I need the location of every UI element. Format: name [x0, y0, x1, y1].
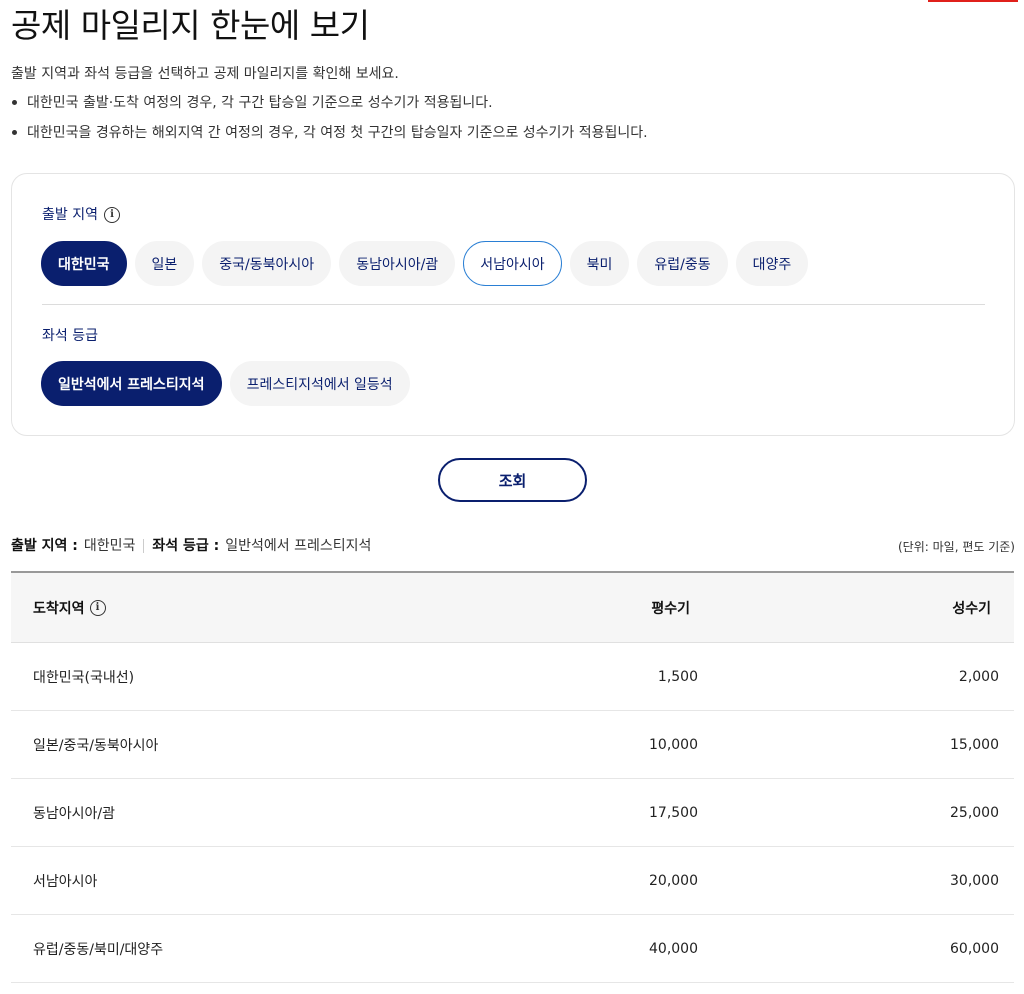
table-row: 유럽/중동/북미/대양주 40,000 60,000: [11, 915, 1014, 983]
cell-peak: 2,000: [958, 668, 999, 685]
table-header-row: 도착지역 i 평수기 성수기: [11, 573, 1014, 643]
info-icon[interactable]: i: [103, 207, 120, 223]
cell-off-peak: 1,500: [657, 668, 698, 685]
table-row: 일본/중국/동북아시아 10,000 15,000: [11, 711, 1014, 779]
region-chip-southwest-asia[interactable]: 서남아시아: [463, 241, 562, 286]
class-group-label: 좌석 등급: [42, 326, 98, 346]
cell-off-peak: 20,000: [649, 872, 698, 889]
region-chip-china-northeast-asia[interactable]: 중국/동북아시아: [202, 241, 332, 286]
cell-peak: 15,000: [950, 736, 999, 753]
summary-class-key: 좌석 등급 :: [152, 538, 220, 554]
selection-summary: 출발 지역 : 대한민국 좌석 등급 : 일반석에서 프레스티지석: [11, 536, 371, 556]
summary-class-value: 일반석에서 프레스티지석: [225, 538, 372, 554]
filter-panel: 출발 지역 i 대한민국 일본 중국/동북아시아 동남아시아/괌 서남아시아 북…: [11, 173, 1015, 436]
region-chip-korea[interactable]: 대한민국: [41, 241, 127, 286]
page-title: 공제 마일리지 한눈에 보기: [11, 6, 370, 45]
mileage-table: 도착지역 i 평수기 성수기 대한민국(국내선) 1,500 2,000 일본/…: [11, 571, 1014, 983]
search-button[interactable]: 조회: [438, 458, 587, 502]
table-row: 서남아시아 20,000 30,000: [11, 847, 1014, 915]
info-icon[interactable]: i: [89, 599, 106, 616]
cell-destination: 동남아시아/괌: [33, 805, 115, 822]
region-label-text: 출발 지역: [42, 207, 98, 223]
note-item: 대한민국을 경유하는 해외지역 간 여정의 경우, 각 여정 첫 구간의 탑승일…: [11, 123, 648, 153]
notes-list: 대한민국 출발·도착 여정의 경우, 각 구간 탑승일 기준으로 성수기가 적용…: [11, 93, 648, 153]
summary-region-key: 출발 지역 :: [11, 538, 78, 554]
header-off-peak: 평수기: [651, 600, 690, 617]
header-peak: 성수기: [952, 600, 991, 617]
table-row: 동남아시아/괌 17,500 25,000: [11, 779, 1014, 847]
class-chip-prestige-to-first[interactable]: 프레스티지석에서 일등석: [229, 361, 410, 406]
cell-off-peak: 40,000: [649, 940, 698, 957]
cell-off-peak: 17,500: [649, 804, 698, 821]
region-chip-row: 대한민국 일본 중국/동북아시아 동남아시아/괌 서남아시아 북미 유럽/중동 …: [41, 241, 809, 286]
cell-peak: 25,000: [950, 804, 999, 821]
table-row: 대한민국(국내선) 1,500 2,000: [11, 643, 1014, 711]
region-chip-north-america[interactable]: 북미: [569, 241, 630, 286]
summary-separator: [143, 539, 145, 553]
panel-divider: [42, 304, 985, 305]
class-chip-row: 일반석에서 프레스티지석 프레스티지석에서 일등석: [41, 361, 410, 406]
cell-destination: 일본/중국/동북아시아: [33, 737, 159, 754]
cell-destination: 서남아시아: [33, 873, 98, 890]
summary-region-value: 대한민국: [83, 538, 136, 554]
region-chip-oceania[interactable]: 대양주: [735, 241, 809, 286]
region-chip-southeast-asia-guam[interactable]: 동남아시아/괌: [339, 241, 456, 286]
cell-off-peak: 10,000: [649, 736, 698, 753]
cell-peak: 30,000: [950, 872, 999, 889]
header-destination: 도착지역 i: [33, 573, 106, 642]
cell-peak: 60,000: [950, 940, 999, 957]
class-chip-economy-to-prestige[interactable]: 일반석에서 프레스티지석: [41, 361, 222, 406]
class-label-text: 좌석 등급: [42, 328, 98, 344]
header-destination-label: 도착지역: [33, 600, 85, 617]
region-group-label: 출발 지역 i: [42, 205, 120, 225]
cell-destination: 유럽/중동/북미/대양주: [33, 941, 164, 958]
intro-text: 출발 지역과 좌석 등급을 선택하고 공제 마일리지를 확인해 보세요.: [11, 66, 399, 82]
note-item: 대한민국 출발·도착 여정의 경우, 각 구간 탑승일 기준으로 성수기가 적용…: [11, 93, 648, 123]
unit-note: (단위: 마일, 편도 기준): [898, 540, 1015, 554]
cell-destination: 대한민국(국내선): [33, 669, 135, 686]
region-chip-europe-middle-east[interactable]: 유럽/중동: [637, 241, 728, 286]
top-accent-bar: [928, 0, 1018, 2]
region-chip-japan[interactable]: 일본: [134, 241, 195, 286]
